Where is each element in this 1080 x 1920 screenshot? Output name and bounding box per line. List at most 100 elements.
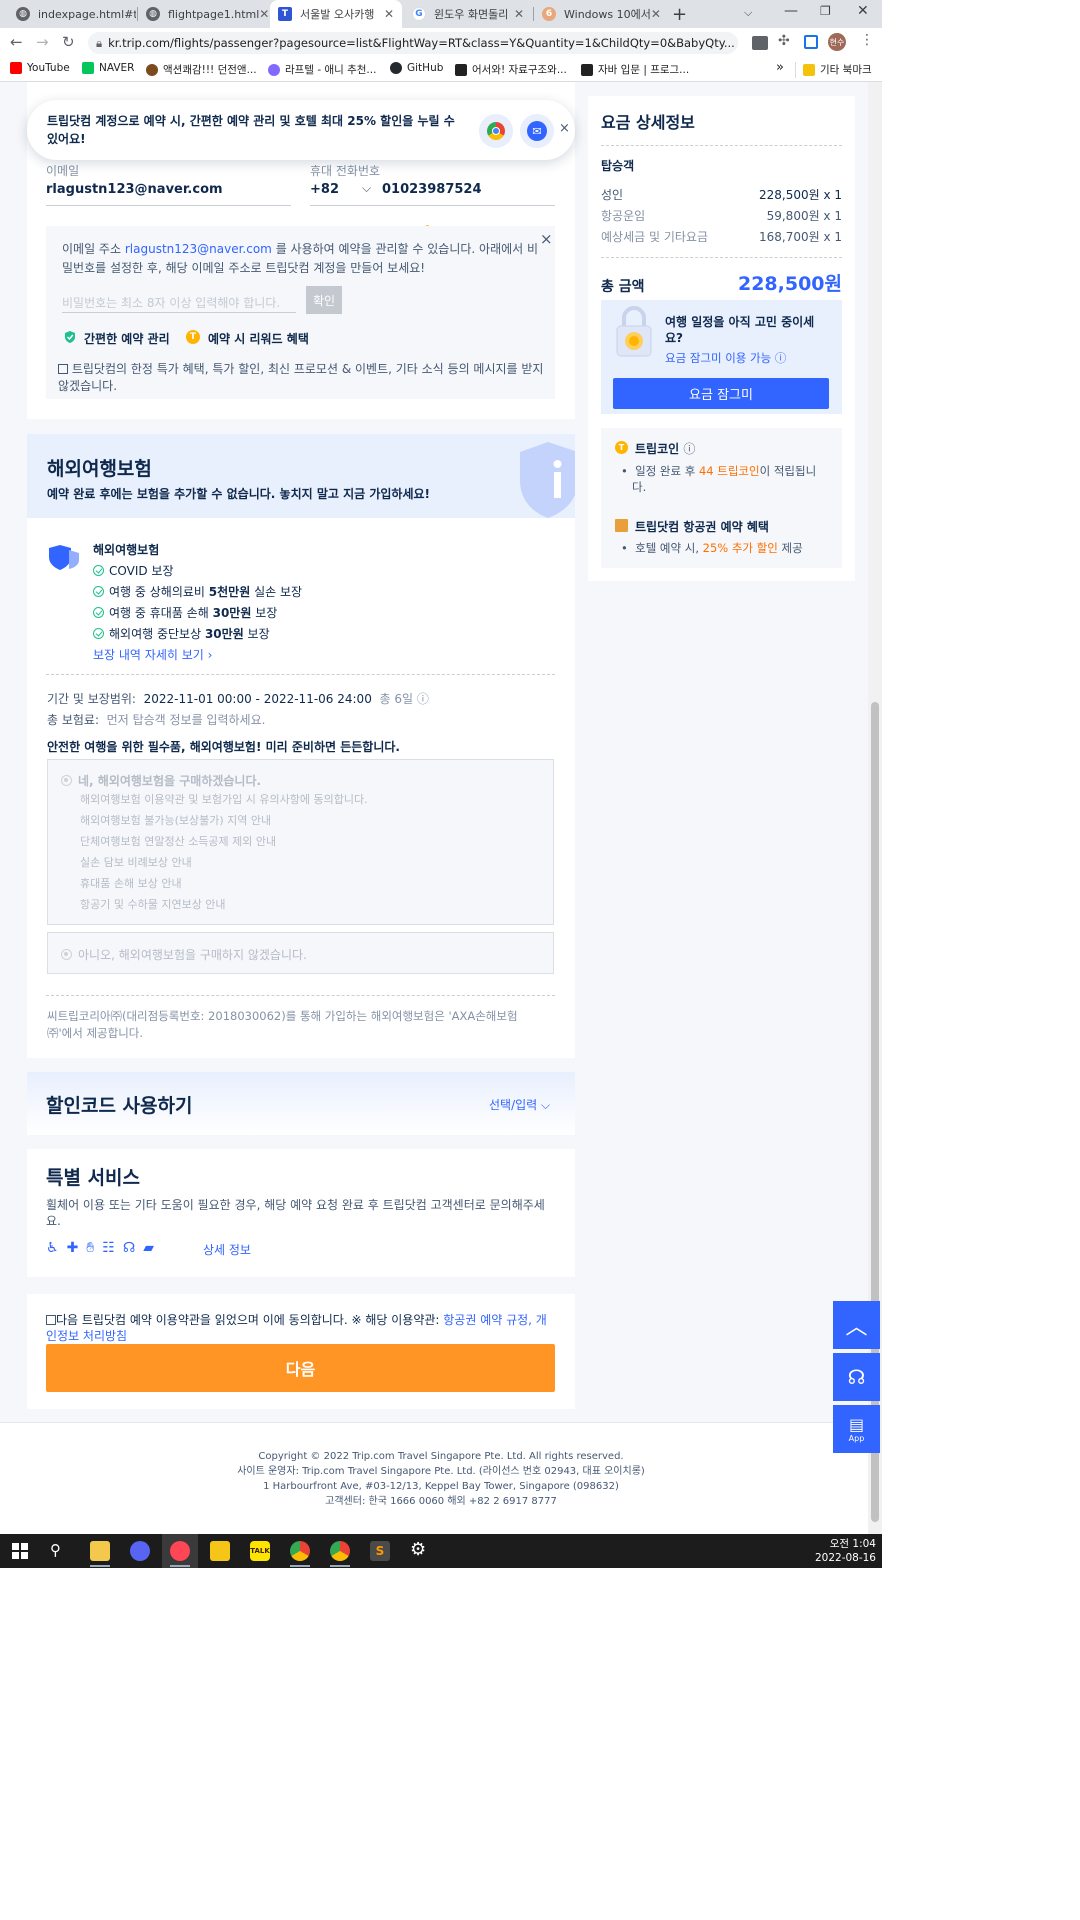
banner-text-line2: 있어요! [47, 132, 86, 146]
bookmark-youtube[interactable]: YouTube [10, 62, 70, 74]
fare-lock-button[interactable]: 요금 잠그미 [613, 378, 829, 409]
fare-summary-card: 요금 상세정보 탑승객 성인 228,500원 x 1 항공운임 59,800원… [588, 96, 855, 581]
insurance-option-no[interactable]: 아니오, 해외여행보험을 구매하지 않겠습니다. [47, 932, 554, 974]
bookmark-naver[interactable]: NAVER [82, 62, 134, 74]
close-tab-icon[interactable]: ✕ [651, 7, 661, 21]
close-window-button[interactable]: ✕ [857, 3, 869, 19]
bookmark-github[interactable]: GitHub [390, 62, 443, 74]
address-bar[interactable]: 🔒︎ kr.trip.com/flights/passenger?pagesou… [88, 32, 738, 54]
fare-lock-title-line2: 요? [665, 331, 684, 345]
kakaotalk-icon[interactable]: TALK [250, 1541, 270, 1561]
chrome-icon[interactable] [290, 1541, 310, 1561]
total-label: 총 금액 [601, 279, 645, 295]
seat-icon: ☷ [102, 1240, 123, 1256]
settings-gear-icon[interactable]: ⚙ [410, 1539, 426, 1560]
fare-row-label: 예상세금 및 기타요금 [601, 230, 708, 244]
premium-info: 총 보험료: 먼저 탑승객 정보를 입력하세요. [47, 713, 266, 727]
app-download-button[interactable]: ▤ App [833, 1405, 880, 1453]
other-bookmarks[interactable]: 기타 북마크 [803, 62, 872, 77]
sticky-notes-icon[interactable] [210, 1541, 230, 1561]
close-tab-icon[interactable]: ✕ [259, 7, 268, 21]
fare-lock-link[interactable]: 요금 잠그미 이용 가능 ⓘ [665, 350, 786, 366]
file-explorer-icon[interactable] [90, 1541, 110, 1561]
special-details-link[interactable]: 상세 정보 [203, 1241, 251, 1258]
close-tab-icon[interactable]: ✕ [514, 7, 524, 21]
email-field[interactable]: rlagustn123@naver.com [46, 182, 223, 197]
chrome-icon[interactable] [330, 1541, 350, 1561]
app-icon[interactable] [170, 1541, 190, 1561]
discount-select-link[interactable]: 선택/입력 ⌵ [489, 1096, 550, 1113]
marketing-checkbox[interactable] [58, 364, 68, 374]
bookmark-ds[interactable]: 어서와! 자료구조와... [455, 62, 567, 77]
option-yes-item[interactable]: 해외여행보험 불가능(보상불가) 지역 안내 [80, 812, 271, 828]
google-icon: G [412, 7, 426, 21]
back-arrow-icon[interactable]: ← [10, 33, 23, 51]
profile-avatar[interactable]: 현수 [828, 33, 846, 51]
chevron-down-icon[interactable]: ⌵ [362, 181, 371, 196]
restore-button[interactable]: ❐ [820, 4, 831, 18]
option-yes-item[interactable]: 단체여행보험 연말정산 소득공제 제외 안내 [80, 833, 276, 849]
insurance-promo: 안전한 여행을 위한 필수품, 해외여행보험! 미리 준비하면 든든합니다. [47, 740, 400, 754]
terms-link[interactable]: 항공권 예약 규정, 개 [443, 1313, 547, 1327]
next-button[interactable]: 다음 [46, 1344, 555, 1392]
tab-trip-osaka[interactable]: T 서울발 오사카행 ✕ [270, 0, 402, 28]
forward-arrow-icon[interactable]: → [36, 33, 49, 51]
option-yes-item[interactable]: 휴대품 손해 보상 안내 [80, 875, 182, 891]
close-tab-icon[interactable]: ✕ [384, 7, 394, 21]
chat-icon: ▰ [143, 1240, 163, 1256]
tab-search-icon[interactable]: ⌵ [744, 6, 752, 20]
coverage-details-link[interactable]: 보장 내역 자세히 보기 › [93, 646, 212, 663]
bookmark-laftel[interactable]: 라프텔 - 애니 추천... [268, 62, 376, 77]
minimize-button[interactable]: — [784, 3, 798, 19]
chrome-login-button[interactable] [479, 114, 513, 148]
phone-field[interactable]: 01023987524 [382, 182, 482, 197]
menu-kebab-icon[interactable]: ⋮ [860, 32, 874, 48]
bookmark-java[interactable]: 자바 입문 | 프로그... [581, 62, 689, 77]
search-icon[interactable]: ⚲ [50, 1541, 61, 1559]
email-login-button[interactable]: ✉ [520, 114, 554, 148]
bookmarks-overflow[interactable]: » [776, 60, 784, 75]
check-circle-icon [93, 586, 104, 597]
confirm-button[interactable]: 확인 [306, 286, 342, 314]
radio-no[interactable] [61, 949, 72, 960]
chevron-up-icon: ︿ [845, 1315, 868, 1340]
reload-icon[interactable]: ↻ [62, 33, 75, 51]
puzzle-icon[interactable]: ✣ [778, 33, 790, 49]
terms-agreement[interactable]: 다음 트립닷컴 예약 이용약관을 읽었으며 이에 동의합니다. ※ 해당 이용약… [46, 1311, 547, 1328]
banner-close-icon[interactable]: × [559, 121, 570, 136]
scroll-top-button[interactable]: ︿ [833, 1301, 880, 1349]
sidepanel-icon[interactable] [804, 35, 818, 49]
discount-code-card[interactable]: 할인코드 사용하기 선택/입력 ⌵ [27, 1072, 575, 1135]
marketing-optout[interactable]: 트립닷컴의 한정 특가 혜택, 특가 할인, 최신 프로모션 & 이벤트, 기타… [58, 360, 543, 377]
building-icon [615, 519, 628, 532]
privacy-link[interactable]: 인정보 처리방침 [46, 1327, 127, 1344]
customer-service-button[interactable]: ☊ [833, 1353, 880, 1401]
tab-indexpage[interactable]: ◍ indexpage.html#t ✕ [8, 0, 136, 28]
new-tab-button[interactable]: + [672, 4, 687, 25]
tab-flightpage1[interactable]: ◍ flightpage1.html ✕ [138, 0, 268, 28]
system-clock[interactable]: 오전 1:04 2022-08-16 [800, 1537, 876, 1565]
terms-checkbox[interactable] [46, 1315, 56, 1325]
option-yes-item[interactable]: 실손 담보 비례보상 안내 [80, 854, 192, 870]
bookmark-dnf[interactable]: 액션쾌감!!! 던전앤... [146, 62, 257, 77]
insurance-option-yes[interactable]: 네, 해외여행보험을 구매하겠습니다. 해외여행보험 이용약관 및 보험가입 시… [47, 759, 554, 925]
close-icon[interactable]: × [540, 230, 553, 248]
discord-icon[interactable] [130, 1541, 150, 1561]
tab-windows10[interactable]: 6 Windows 10에서 ✕ [534, 0, 662, 28]
windows-start-icon[interactable] [12, 1543, 28, 1559]
extension-icon[interactable] [752, 36, 768, 50]
sublime-text-icon[interactable]: S [370, 1541, 390, 1561]
chevron-down-icon: ⌵ [541, 1098, 551, 1112]
radio-yes[interactable] [61, 775, 72, 786]
url-text: kr.trip.com/flights/passenger?pagesource… [108, 36, 735, 50]
country-code-select[interactable]: +82 [310, 182, 339, 197]
info-icon[interactable]: ⓘ [417, 692, 429, 706]
tab-google-rotate[interactable]: G 윈도우 화면돌리 ✕ [404, 0, 532, 28]
info-icon: ⓘ [774, 351, 787, 365]
help-icon[interactable]: ⓘ [683, 442, 695, 456]
benefit-easy-manage: 간편한 예약 관리 [84, 332, 170, 346]
option-yes-item[interactable]: 항공기 및 수하물 지연보상 안내 [80, 896, 226, 912]
banner-text-line1: 트립닷컴 계정으로 예약 시, 간편한 예약 관리 및 호텔 최대 25% 할인… [47, 114, 455, 128]
option-yes-item[interactable]: 해외여행보험 이용약관 및 보험가입 시 유의사항에 동의합니다. [80, 791, 368, 807]
password-input[interactable]: 비밀번호는 최소 8자 이상 입력해야 합니다. [62, 294, 280, 311]
